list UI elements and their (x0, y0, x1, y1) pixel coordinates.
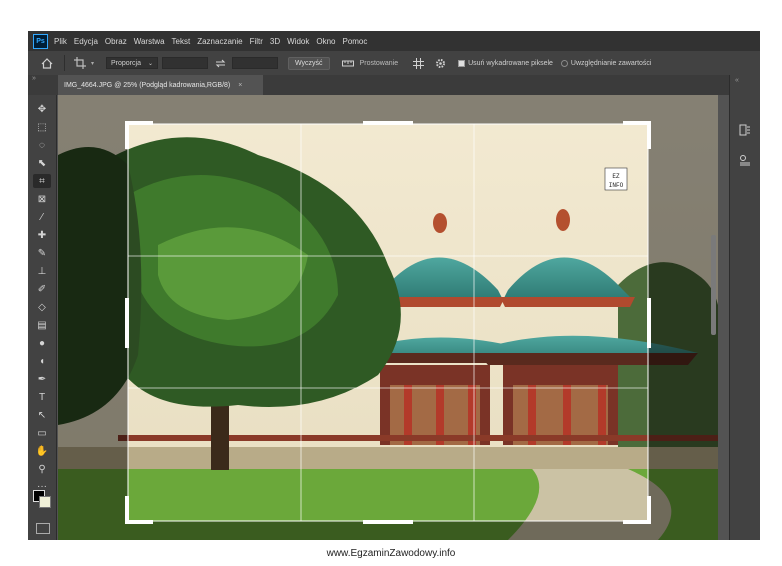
menu-file[interactable]: Plik (54, 37, 67, 46)
gear-icon[interactable] (432, 58, 448, 69)
type-tool-icon[interactable]: T (33, 390, 51, 404)
crop-handle-top (363, 121, 413, 125)
menu-bar: Ps Plik Edycja Obraz Warstwa Tekst Zazna… (28, 31, 760, 51)
properties-panel-icon[interactable] (739, 153, 751, 166)
delete-cropped-option[interactable]: Usuń wykadrowane piksele (458, 59, 553, 67)
history-brush-tool-icon[interactable]: ✐ (33, 282, 51, 296)
collapse-right-icon[interactable]: « (735, 77, 739, 84)
menu-image[interactable]: Obraz (105, 37, 127, 46)
zoom-tool-icon[interactable]: ⚲ (33, 462, 51, 476)
document-tab[interactable]: IMG_4664.JPG @ 25% (Podgląd kadrowania,R… (58, 75, 263, 95)
options-bar: ▾ Proporcja ⌄ Wyczyść Prostowanie Usuń w… (28, 51, 760, 75)
grid-icon[interactable] (410, 57, 426, 69)
content-aware-checkbox[interactable] (560, 59, 568, 67)
swap-icon[interactable] (211, 59, 229, 68)
svg-text:INFO: INFO (609, 182, 624, 189)
content-aware-option[interactable]: Uwzględnianie zawartości (560, 59, 652, 67)
right-panel-dock: « (729, 75, 760, 540)
history-panel-icon[interactable] (739, 123, 751, 136)
rectangle-tool-icon[interactable]: ▭ (33, 426, 51, 440)
menu-3d[interactable]: 3D (270, 37, 280, 46)
move-tool-icon[interactable]: ✥ (33, 102, 51, 116)
gradient-tool-icon[interactable]: ▤ (33, 318, 51, 332)
menu-filter[interactable]: Filtr (250, 37, 263, 46)
document-tab-title: IMG_4664.JPG @ 25% (Podgląd kadrowania,R… (64, 81, 231, 89)
crop-handle-right (647, 298, 651, 348)
content-aware-label: Uwzględnianie zawartości (570, 59, 652, 67)
watermark-logo: EZ INFO (604, 167, 628, 191)
delete-cropped-checkbox[interactable] (458, 59, 466, 67)
crop-tool-icon[interactable]: ⌗ (33, 174, 51, 188)
path-select-tool-icon[interactable]: ↖ (33, 408, 51, 422)
svg-text:EZ: EZ (612, 173, 620, 180)
preset-arrow-icon[interactable]: ▾ (91, 60, 94, 67)
home-icon[interactable] (36, 57, 58, 69)
eyedropper-tool-icon[interactable]: ⁄ (33, 210, 51, 224)
ruler-icon[interactable] (340, 59, 356, 67)
background-color-swatch[interactable] (39, 496, 51, 508)
divider (64, 55, 65, 71)
healing-tool-icon[interactable]: ✚ (33, 228, 51, 242)
height-field[interactable] (232, 57, 279, 69)
width-field[interactable] (162, 57, 209, 69)
delete-cropped-label: Usuń wykadrowane piksele (468, 59, 553, 67)
photoshop-logo: Ps (33, 33, 48, 49)
menu-select[interactable]: Zaznaczanie (197, 37, 242, 46)
brush-tool-icon[interactable]: ✎ (33, 246, 51, 260)
frame-tool-icon[interactable]: ⊠ (33, 192, 51, 206)
photoshop-window: Ps Plik Edycja Obraz Warstwa Tekst Zazna… (28, 31, 760, 540)
document-tab-strip: » IMG_4664.JPG @ 25% (Podgląd kadrowania… (28, 75, 760, 95)
menu-type[interactable]: Tekst (172, 37, 191, 46)
menu-layer[interactable]: Warstwa (134, 37, 165, 46)
quick-mask-icon[interactable] (36, 523, 50, 534)
menu-help[interactable]: Pomoc (342, 37, 367, 46)
hand-tool-icon[interactable]: ✋ (33, 444, 51, 458)
chevron-down-icon: ⌄ (147, 60, 154, 67)
photo-canvas[interactable]: EZ INFO (58, 95, 718, 540)
clear-button[interactable]: Wyczyść (288, 56, 330, 70)
close-icon[interactable]: × (238, 82, 242, 89)
collapse-panel-icon[interactable]: » (32, 75, 36, 82)
eraser-tool-icon[interactable]: ◇ (33, 300, 51, 314)
crop-handle-left (125, 298, 129, 348)
crop-handle-bottom (363, 520, 413, 524)
marquee-tool-icon[interactable]: ⬚ (33, 120, 51, 134)
quick-select-tool-icon[interactable]: ⬉ (33, 156, 51, 170)
stone-terrace (58, 447, 718, 469)
menu-edit[interactable]: Edycja (74, 37, 98, 46)
lasso-tool-icon[interactable]: ◌ (33, 138, 51, 152)
ratio-select[interactable]: Proporcja ⌄ (106, 57, 159, 69)
straighten-button[interactable]: Prostowanie (360, 60, 399, 67)
footer-url: www.EgzaminZawodowy.info (326, 548, 456, 559)
ratio-select-value: Proporcja (111, 59, 141, 67)
menu-view[interactable]: Widok (287, 37, 309, 46)
stamp-tool-icon[interactable]: ⊥ (33, 264, 51, 278)
fence (118, 435, 718, 441)
pen-tool-icon[interactable]: ✒ (33, 372, 51, 386)
document-canvas[interactable]: EZ INFO (58, 95, 718, 540)
dodge-tool-icon[interactable]: ◖ (33, 354, 51, 368)
tools-panel: ✥ ⬚ ◌ ⬉ ⌗ ⊠ ⁄ ✚ ✎ ⊥ ✐ ◇ ▤ ● ◖ ✒ T ↖ ▭ ✋ ⚲ ··· (28, 95, 57, 540)
menu-window[interactable]: Okno (316, 37, 335, 46)
crop-icon[interactable] (71, 57, 89, 69)
vertical-scrollbar[interactable] (711, 235, 716, 335)
blur-tool-icon[interactable]: ● (33, 336, 51, 350)
